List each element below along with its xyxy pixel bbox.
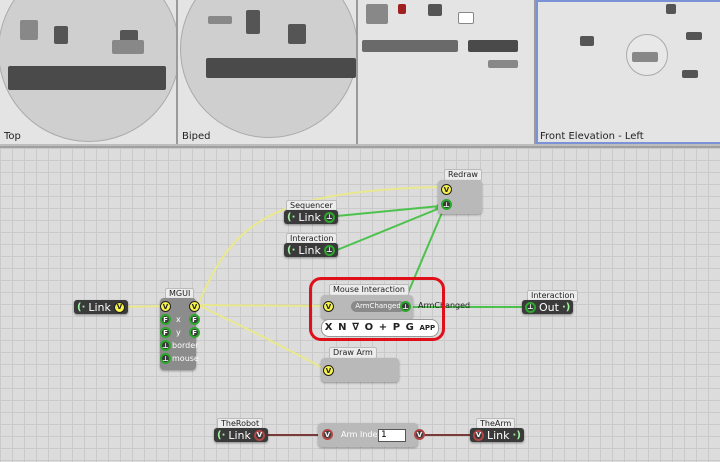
interaction-out-label: Out — [539, 300, 559, 314]
mgui-in-v[interactable]: V — [160, 301, 171, 312]
viewport-front-elevation-label: Front Elevation - Left — [540, 131, 644, 142]
redraw-node[interactable]: V ⊥ — [438, 180, 482, 214]
mgui-border-label: border — [172, 341, 199, 350]
the-arm-link-label: Link — [487, 428, 510, 442]
interaction-in-link-label: Link — [298, 243, 321, 257]
the-robot-link[interactable]: (· Link V — [214, 428, 268, 442]
interaction-in-out-port[interactable]: ⊥ — [323, 244, 335, 256]
left-link-label: Link — [88, 300, 111, 314]
viewport-biped-panel — [206, 58, 356, 78]
sequencer-link-label: Link — [298, 210, 321, 224]
mgui-mouse-port[interactable]: ⊥ — [160, 353, 171, 364]
mgui-out-y[interactable]: F — [189, 327, 200, 338]
interaction-in-link[interactable]: (· Link ⊥ — [284, 243, 338, 257]
redraw-input-port[interactable]: V — [441, 184, 452, 195]
arm-index-node[interactable]: V Arm Index: 1 V — [318, 423, 425, 447]
viewport-top-label: Top — [4, 131, 21, 142]
the-robot-link-label: Link — [228, 428, 251, 442]
arm-index-input[interactable]: 1 — [378, 429, 406, 442]
sequencer-link[interactable]: (· Link ⊥ — [284, 210, 338, 224]
draw-arm-node[interactable]: V — [321, 358, 399, 382]
viewport-top[interactable]: Top — [0, 0, 178, 144]
the-robot-out-port[interactable]: V — [253, 429, 265, 441]
mgui-in-y[interactable]: F — [160, 327, 171, 338]
viewport-front-elevation-left[interactable]: Front Elevation - Left — [536, 0, 720, 144]
the-arm-link[interactable]: V Link ·) — [470, 428, 524, 442]
left-link[interactable]: (· Link V — [74, 300, 128, 314]
redraw-trigger-port[interactable]: ⊥ — [441, 199, 452, 210]
arm-index-out-port[interactable]: V — [414, 429, 425, 440]
viewport-strip: Top Biped Front Elevation - Left — [0, 0, 720, 146]
mgui-border-port[interactable]: ⊥ — [160, 340, 171, 351]
interaction-out-in-port[interactable]: ⊥ — [525, 301, 536, 313]
viewport-top-panel — [8, 66, 166, 90]
mgui-node[interactable]: V V F x F F y F ⊥ border ⊥ mouse — [160, 298, 200, 370]
the-arm-in-port[interactable]: V — [473, 429, 484, 441]
mgui-out-x[interactable]: F — [189, 314, 200, 325]
viewport-graph-overview[interactable] — [358, 0, 536, 144]
interaction-out-link[interactable]: ⊥ Out ·) — [522, 300, 574, 314]
mgui-y-label: y — [176, 328, 181, 337]
mgui-in-x[interactable]: F — [160, 314, 171, 325]
mgui-out-v[interactable]: V — [189, 301, 200, 312]
left-link-out-port[interactable]: V — [113, 301, 125, 313]
sequencer-out-port[interactable]: ⊥ — [323, 211, 335, 223]
viewport-biped-label: Biped — [182, 131, 211, 142]
mgui-x-label: x — [176, 315, 181, 324]
highlight-box — [309, 277, 445, 341]
mgui-mouse-label: mouse — [172, 354, 199, 363]
draw-arm-in-port[interactable]: V — [323, 365, 334, 376]
arm-index-in-port[interactable]: V — [322, 429, 333, 440]
viewport-biped[interactable]: Biped — [178, 0, 358, 144]
